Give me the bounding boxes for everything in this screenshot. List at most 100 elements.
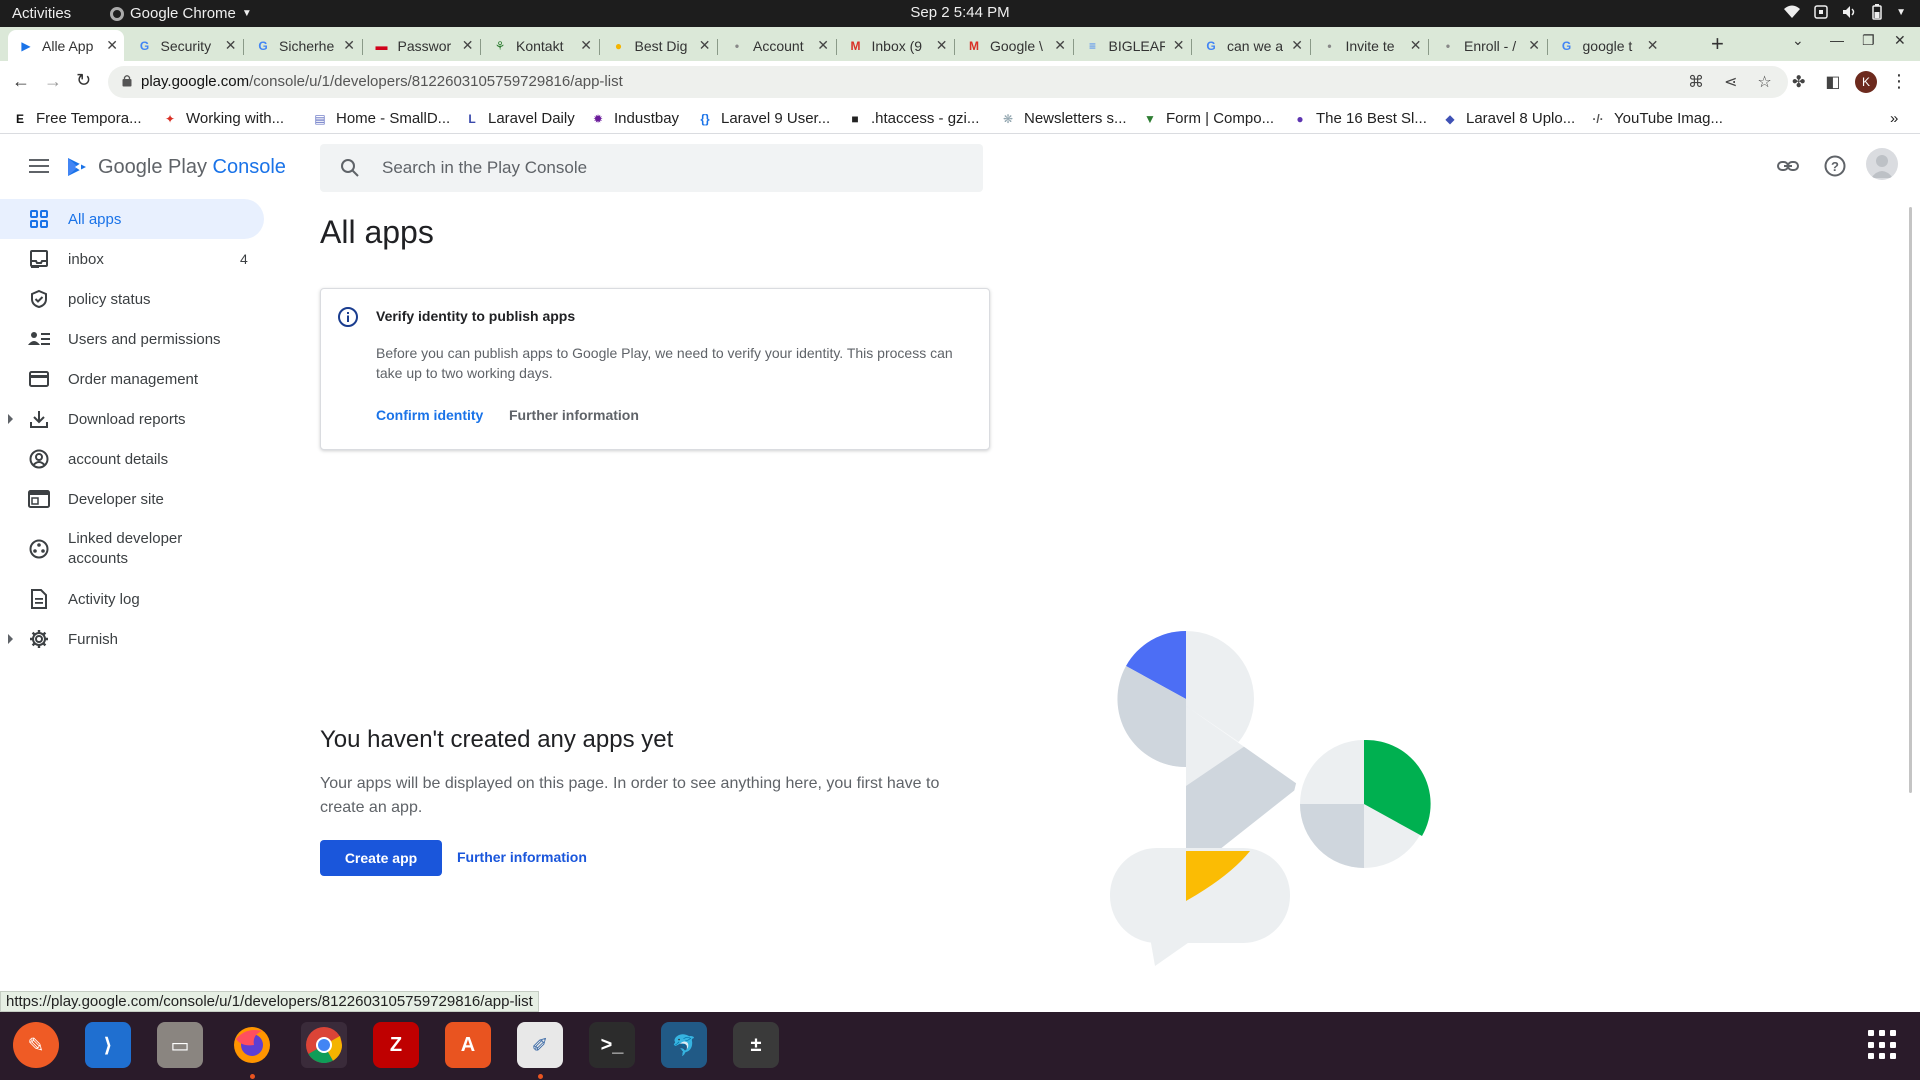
close-tab-icon[interactable]: ✕ [936, 37, 948, 54]
expand-arrow-icon[interactable] [8, 414, 13, 424]
sidebar-item-download-reports[interactable]: Download reports [0, 399, 264, 439]
bookmark-favicon-icon: L [468, 111, 476, 126]
bookmark-item[interactable]: ❋ Newsletters s... [1000, 110, 1127, 127]
close-tab-icon[interactable]: ✕ [462, 37, 474, 54]
translate-icon[interactable]: ⌘ [1688, 72, 1704, 92]
bookmark-item[interactable]: ● The 16 Best Sl... [1292, 110, 1427, 127]
sidebar-item-all-apps[interactable]: All apps [0, 199, 264, 239]
sidebar-item-account-details[interactable]: account details [0, 439, 264, 479]
browser-tab[interactable]: ≡ BIGLEAF ✕ [1075, 30, 1191, 61]
menu-icon[interactable] [29, 159, 49, 177]
back-icon[interactable]: ← [12, 71, 30, 92]
more-bookmarks-icon[interactable]: » [1890, 110, 1898, 127]
link-icon[interactable] [1776, 154, 1800, 178]
address-bar[interactable]: play.google.com/console/u/1/developers/8… [108, 66, 1788, 98]
close-tab-icon[interactable]: ✕ [1528, 37, 1540, 54]
sidebar-item-developer-site[interactable]: Developer site [0, 479, 264, 519]
minimize-icon[interactable]: — [1830, 32, 1844, 48]
account-avatar[interactable] [1866, 148, 1898, 180]
text-editor-icon[interactable]: ✐ [517, 1022, 563, 1068]
terminal-icon[interactable]: >_ [589, 1022, 635, 1068]
app-center-icon[interactable]: A [445, 1022, 491, 1068]
chrome-icon[interactable] [301, 1022, 347, 1068]
close-tab-icon[interactable]: ✕ [1291, 37, 1303, 54]
bookmark-favicon-icon: ✹ [592, 111, 604, 126]
bookmark-item[interactable]: ✹ Industbay [590, 110, 679, 127]
files-icon[interactable]: ▭ [157, 1022, 203, 1068]
browser-tab[interactable]: • Account ✕ [719, 30, 835, 61]
browser-tab[interactable]: Ggoogle t ✕ [1549, 30, 1665, 61]
bookmark-star-icon[interactable]: ☆ [1757, 72, 1771, 92]
help-icon[interactable]: ? [1823, 154, 1847, 178]
browser-tab[interactable]: G Security ✕ [127, 30, 243, 61]
show-applications-icon[interactable] [1868, 1030, 1898, 1060]
reload-icon[interactable]: ↻ [76, 70, 91, 91]
clock[interactable]: Sep 2 5:44 PM [910, 4, 1009, 21]
profile-avatar[interactable]: K [1855, 71, 1877, 93]
sidebar-item-order-management[interactable]: Order management [0, 359, 264, 399]
bookmark-item[interactable]: L Laravel Daily [464, 110, 574, 127]
system-tray[interactable]: ▼ [1784, 4, 1906, 20]
side-panel-icon[interactable]: ◧ [1825, 72, 1840, 92]
sidebar-item-users-and-permissions[interactable]: Users and permissions [0, 319, 264, 359]
filezilla-icon[interactable]: Z [373, 1022, 419, 1068]
mysql-workbench-icon[interactable]: 🐬 [661, 1022, 707, 1068]
browser-tab[interactable]: ▶ Alle App ✕ [8, 30, 124, 61]
postman-icon[interactable]: ✎ [13, 1022, 59, 1068]
browser-tab[interactable]: Gcan we a ✕ [1193, 30, 1309, 61]
bookmark-item[interactable]: ◆ Laravel 8 Uplo... [1442, 110, 1575, 127]
search-input[interactable] [382, 156, 942, 180]
close-tab-icon[interactable]: ✕ [106, 37, 118, 54]
tab-search-icon[interactable]: ⌄ [1792, 32, 1804, 49]
notice-further-info-link[interactable]: Further information [509, 407, 639, 423]
play-console-logo[interactable]: Google Play Console [66, 155, 286, 179]
sidebar-item-activity-log[interactable]: Activity log [0, 579, 264, 619]
vscode-icon[interactable]: ⟩ [85, 1022, 131, 1068]
sidebar-item-linked-developer-accounts[interactable]: Linked developer accounts [0, 519, 264, 579]
browser-tab[interactable]: • Invite te ✕ [1312, 30, 1428, 61]
expand-arrow-icon[interactable] [8, 634, 13, 644]
bookmark-item[interactable]: ▤ Home - SmallD... [312, 110, 450, 127]
browser-tab[interactable]: ▬ Passwor ✕ [364, 30, 480, 61]
create-app-button[interactable]: Create app [320, 840, 442, 876]
app-menu[interactable]: Google Chrome ▼ [110, 5, 252, 22]
bookmark-item[interactable]: ■ .htaccess - gzi... [847, 110, 979, 127]
browser-tab[interactable]: M Inbox (9 ✕ [838, 30, 954, 61]
activities-button[interactable]: Activities [12, 5, 71, 22]
extensions-icon[interactable]: ✤ [1792, 72, 1805, 92]
close-tab-icon[interactable]: ✕ [1410, 37, 1422, 54]
bookmark-item[interactable]: E Free Tempora... [12, 110, 142, 127]
bookmark-item[interactable]: ·/· YouTube Imag... [1590, 110, 1723, 127]
calculator-icon[interactable]: ± [733, 1022, 779, 1068]
browser-tab[interactable]: G Sicherhe ✕ [245, 30, 361, 61]
restore-icon[interactable]: ❐ [1862, 32, 1875, 49]
close-tab-icon[interactable]: ✕ [1173, 37, 1185, 54]
close-tab-icon[interactable]: ✕ [699, 37, 711, 54]
close-tab-icon[interactable]: ✕ [225, 37, 237, 54]
close-tab-icon[interactable]: ✕ [1647, 37, 1659, 54]
close-tab-icon[interactable]: ✕ [1054, 37, 1066, 54]
confirm-identity-link[interactable]: Confirm identity [376, 407, 483, 423]
bookmark-item[interactable]: {} Laravel 9 User... [697, 110, 830, 127]
page-scrollbar[interactable] [1909, 207, 1912, 793]
browser-tab[interactable]: M Google \ ✕ [956, 30, 1072, 61]
close-tab-icon[interactable]: ✕ [343, 37, 355, 54]
close-tab-icon[interactable]: ✕ [817, 37, 829, 54]
bookmark-item[interactable]: ▼ Form | Compo... [1142, 110, 1274, 127]
firefox-icon[interactable] [229, 1022, 275, 1068]
browser-tab[interactable]: ● Best Dig ✕ [601, 30, 717, 61]
empty-state-further-info-link[interactable]: Further information [457, 849, 587, 865]
bookmark-item[interactable]: ✦ Working with... [162, 110, 284, 127]
browser-menu-icon[interactable]: ⋮ [1890, 71, 1908, 92]
sidebar-item-inbox[interactable]: inbox 4 [0, 239, 264, 279]
new-tab-button[interactable]: + [1711, 31, 1724, 57]
forward-icon[interactable]: → [44, 71, 62, 92]
close-tab-icon[interactable]: ✕ [580, 37, 592, 54]
sidebar-item-policy-status[interactable]: policy status [0, 279, 264, 319]
close-window-icon[interactable]: ✕ [1894, 32, 1906, 49]
browser-tab[interactable]: • Enroll - / ✕ [1430, 30, 1546, 61]
console-search[interactable] [320, 144, 983, 192]
browser-tab[interactable]: ⚘ Kontakt ✕ [482, 30, 598, 61]
share-icon[interactable]: ⋖ [1724, 72, 1737, 92]
sidebar-item-furnish[interactable]: Furnish [0, 619, 264, 659]
